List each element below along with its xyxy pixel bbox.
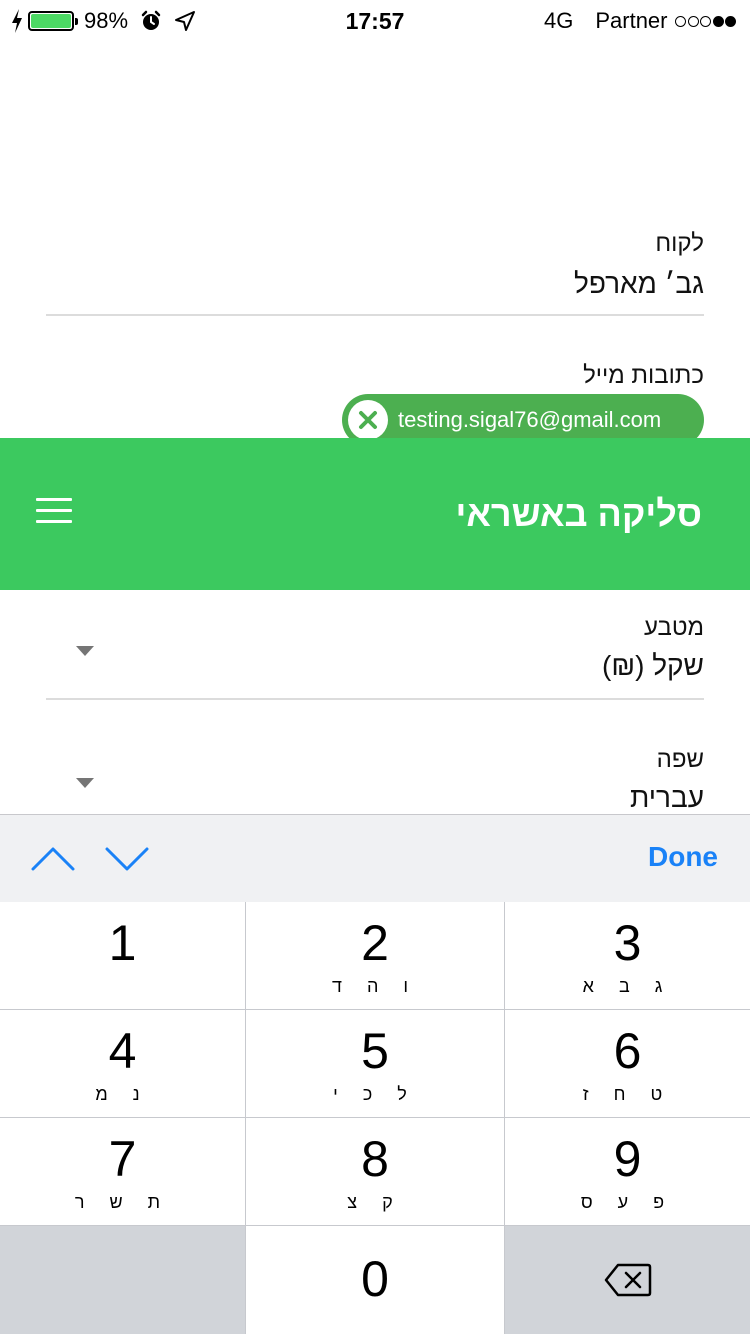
currency-dropdown-arrow-icon[interactable] [76,646,94,656]
key-7[interactable]: 7 ת ש ר [0,1118,245,1225]
key-8[interactable]: 8 ק צ [246,1118,504,1225]
email-field: כתובות מייל [46,362,704,390]
backspace-icon [604,1263,651,1297]
numeric-keypad: 1 2 ו ה ד 3 ג ב א 4 נ מ 5 ל כ י 6 ט ח ז … [0,902,750,1334]
language-value[interactable]: עברית [46,782,704,814]
email-label: כתובות מייל [583,362,704,389]
key-4[interactable]: 4 נ מ [0,1010,245,1117]
app-header: סליקה באשראי [0,438,750,590]
key-letters: ג ב א [582,976,673,996]
key-letters: ט ח ז [582,1084,673,1104]
key-letters: ו ה ד [331,976,419,996]
backspace-key[interactable] [505,1226,750,1334]
key-number: 3 [613,915,642,971]
status-right: 4G Partner [544,6,736,36]
currency-select[interactable]: מטבע שקל (₪) [46,614,704,682]
key-letters: ק צ [347,1192,403,1212]
key-0[interactable]: 0 [246,1226,504,1334]
currency-divider [46,698,704,700]
key-blank [0,1226,245,1334]
done-button[interactable]: Done [648,841,718,873]
key-number: 2 [361,915,389,971]
carrier-name: Partner [595,8,668,33]
signal-strength-icon [674,15,736,27]
currency-label: מטבע [644,614,704,641]
currency-value[interactable]: שקל (₪) [46,650,704,682]
key-number: 7 [108,1131,137,1187]
language-select[interactable]: שפה עברית [46,746,704,814]
chip-remove-icon[interactable] [348,400,388,440]
key-letters: פ ע ס [580,1192,675,1212]
key-number: 9 [613,1131,642,1187]
key-letters: נ מ [95,1084,150,1104]
email-chip-text: testing.sigal76@gmail.com [398,407,662,432]
customer-value[interactable]: גב׳ מארפל [46,268,704,300]
key-number: 6 [613,1023,642,1079]
network-type: 4G [543,8,574,33]
language-dropdown-arrow-icon[interactable] [76,778,94,788]
next-field-chevron-down-icon[interactable] [104,841,150,877]
language-label: שפה [656,746,704,773]
key-2[interactable]: 2 ו ה ד [246,902,504,1009]
key-9[interactable]: 9 פ ע ס [505,1118,750,1225]
previous-field-chevron-up-icon[interactable] [30,841,76,877]
key-number: 0 [361,1251,389,1307]
customer-label: לקוח [655,230,704,257]
key-number: 4 [108,1023,137,1079]
customer-divider [46,314,704,316]
key-5[interactable]: 5 ל כ י [246,1010,504,1117]
key-letters: ת ש ר [74,1192,171,1212]
hamburger-menu-icon[interactable] [36,498,72,528]
key-3[interactable]: 3 ג ב א [505,902,750,1009]
key-number: 1 [108,915,137,971]
key-6[interactable]: 6 ט ח ז [505,1010,750,1117]
keyboard-toolbar: Done [0,814,750,902]
status-bar: 98% 17:57 4G Partner [0,0,750,40]
key-letters: ל כ י [333,1084,417,1104]
customer-field[interactable]: לקוח גב׳ מארפל [46,230,704,300]
key-1[interactable]: 1 [0,902,245,1009]
key-number: 5 [361,1023,389,1079]
page-title: סליקה באשראי [455,493,702,534]
key-number: 8 [361,1131,389,1187]
